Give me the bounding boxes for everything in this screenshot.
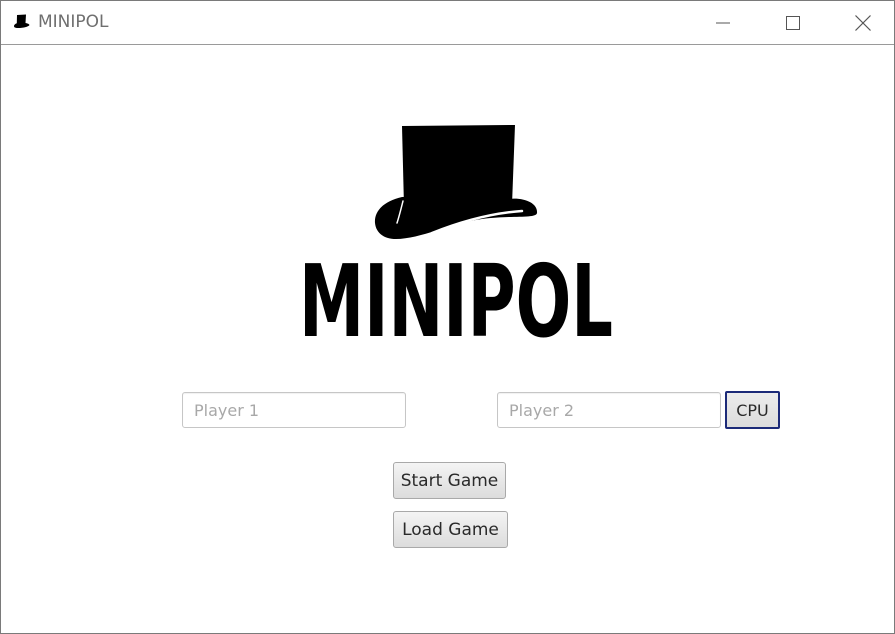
logo-wordmark-text: MINIPOL [299, 243, 613, 343]
close-icon [855, 14, 871, 31]
maximize-button[interactable] [763, 1, 823, 44]
top-hat-icon [374, 125, 538, 239]
minimize-icon [716, 22, 730, 23]
load-game-button[interactable]: Load Game [393, 511, 508, 548]
close-button[interactable] [833, 1, 893, 44]
maximize-icon [786, 15, 800, 30]
start-game-button[interactable]: Start Game [393, 462, 506, 499]
player-1-name-input[interactable] [182, 392, 406, 428]
minimize-button[interactable] [693, 1, 753, 44]
player-2-name-input[interactable] [497, 392, 721, 428]
cpu-toggle-button[interactable]: CPU [725, 391, 780, 429]
app-window: MINIPOL MINIPOL Player 1 Player 2 CPU St… [0, 0, 895, 634]
top-hat-icon [14, 14, 30, 29]
main-menu: MINIPOL CPU Start Game Load Game [1, 45, 894, 633]
title-bar[interactable]: MINIPOL [1, 1, 894, 45]
window-title: MINIPOL [38, 12, 109, 32]
app-logo-wordmark: MINIPOL [299, 243, 613, 343]
